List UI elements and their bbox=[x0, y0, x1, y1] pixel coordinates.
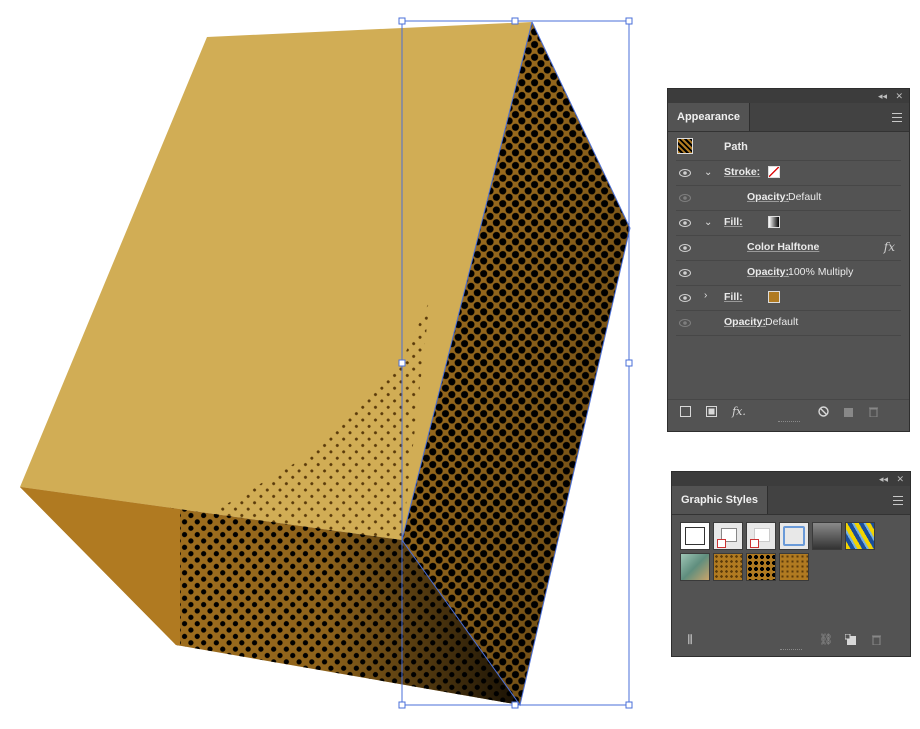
chevron-down-icon[interactable]: ⌄ bbox=[704, 217, 712, 228]
graphic-styles-footer: ⫼ ⛓ bbox=[672, 628, 910, 654]
opacity-label[interactable]: Opacity: bbox=[747, 191, 789, 203]
opacity-label[interactable]: Opacity: bbox=[724, 316, 766, 328]
visibility-eye-icon[interactable] bbox=[679, 244, 691, 252]
graphic-styles-panel: ◂◂ ✕ Graphic Styles ⫼ ⛓ bbox=[671, 471, 911, 657]
stroke-none-swatch[interactable] bbox=[768, 166, 780, 178]
path-thumbnail-icon bbox=[677, 138, 693, 154]
opacity-value: Default bbox=[788, 191, 822, 203]
fx-icon[interactable]: fx bbox=[884, 240, 895, 254]
close-icon[interactable]: ✕ bbox=[895, 89, 903, 103]
style-swatch-gray-gradient[interactable] bbox=[812, 522, 842, 550]
color-halftone-label[interactable]: Color Halftone bbox=[747, 241, 819, 253]
panel-menu-icon[interactable] bbox=[893, 496, 903, 508]
path-label: Path bbox=[724, 141, 748, 153]
tab-appearance[interactable]: Appearance bbox=[668, 103, 750, 131]
delete-style-icon[interactable] bbox=[870, 634, 882, 646]
handle-middle-right[interactable] bbox=[625, 359, 633, 367]
add-effect-icon[interactable]: fx. bbox=[730, 406, 748, 418]
brown-fill-swatch[interactable] bbox=[768, 291, 780, 303]
collapse-icon[interactable]: ◂◂ bbox=[878, 89, 887, 103]
resize-grip[interactable] bbox=[777, 421, 800, 424]
handle-bottom-right[interactable] bbox=[625, 701, 633, 709]
visibility-eye-icon[interactable] bbox=[679, 169, 691, 177]
libraries-icon[interactable]: ⫼ bbox=[682, 634, 698, 646]
handle-top-left[interactable] bbox=[398, 17, 406, 25]
visibility-eye-icon[interactable] bbox=[679, 219, 691, 227]
tab-graphic-styles[interactable]: Graphic Styles bbox=[672, 486, 769, 514]
appearance-panel: ◂◂ ✕ Appearance Path ⌄ Stroke: Opacity: … bbox=[667, 88, 910, 432]
object-opacity-row[interactable]: Opacity: Default bbox=[676, 311, 901, 336]
handle-bottom-left[interactable] bbox=[398, 701, 406, 709]
style-swatch-no-stroke[interactable] bbox=[746, 522, 776, 550]
stroke-opacity-row[interactable]: Opacity: Default bbox=[676, 186, 901, 211]
style-swatch-halftone-1[interactable] bbox=[713, 553, 743, 581]
fill-label[interactable]: Fill: bbox=[724, 291, 743, 303]
new-fill-icon[interactable] bbox=[705, 406, 717, 418]
stroke-row[interactable]: ⌄ Stroke: bbox=[676, 161, 901, 186]
opacity-value: 100% Multiply bbox=[788, 266, 854, 278]
duplicate-item-icon[interactable] bbox=[841, 406, 853, 418]
handle-top-middle[interactable] bbox=[511, 17, 519, 25]
appearance-header-row[interactable]: Path bbox=[676, 136, 901, 161]
break-link-icon[interactable]: ⛓ bbox=[819, 634, 833, 646]
handle-middle-left[interactable] bbox=[398, 359, 406, 367]
style-swatch-pattern[interactable] bbox=[845, 522, 875, 550]
resize-grip[interactable] bbox=[780, 649, 802, 652]
visibility-eye-icon[interactable] bbox=[679, 269, 691, 277]
new-style-icon[interactable] bbox=[844, 633, 856, 646]
artboard-canvas[interactable] bbox=[0, 0, 660, 729]
style-swatch-green-texture[interactable] bbox=[680, 553, 710, 581]
new-stroke-icon[interactable] bbox=[679, 406, 691, 418]
color-halftone-row[interactable]: Color Halftone fx bbox=[676, 236, 901, 261]
visibility-eye-icon-dim[interactable] bbox=[679, 319, 691, 327]
opacity-value: Default bbox=[765, 316, 799, 328]
fill-label[interactable]: Fill: bbox=[724, 216, 743, 228]
clear-appearance-icon[interactable] bbox=[817, 406, 829, 418]
opacity-label[interactable]: Opacity: bbox=[747, 266, 789, 278]
gradient-fill-swatch[interactable] bbox=[768, 216, 780, 228]
close-icon[interactable]: ✕ bbox=[896, 472, 904, 486]
style-swatch-halftone-3[interactable] bbox=[779, 553, 809, 581]
handle-bottom-middle[interactable] bbox=[511, 701, 519, 709]
style-swatch-halftone-2[interactable] bbox=[746, 553, 776, 581]
stroke-label[interactable]: Stroke: bbox=[724, 166, 760, 178]
style-swatch-no-fill[interactable] bbox=[713, 522, 743, 550]
panel-menu-icon[interactable] bbox=[892, 113, 902, 125]
style-swatch-default[interactable] bbox=[680, 522, 710, 550]
style-swatch-blue-outline[interactable] bbox=[779, 522, 809, 550]
collapse-icon[interactable]: ◂◂ bbox=[879, 472, 888, 486]
fill-opacity-row[interactable]: Opacity: 100% Multiply bbox=[676, 261, 901, 286]
chevron-right-icon[interactable]: › bbox=[704, 290, 707, 301]
panel-titlebar[interactable]: ◂◂ ✕ bbox=[672, 472, 910, 486]
fill-row-1[interactable]: ⌄ Fill: bbox=[676, 211, 901, 236]
panel-titlebar[interactable]: ◂◂ ✕ bbox=[668, 89, 909, 103]
delete-item-icon[interactable] bbox=[867, 406, 879, 418]
visibility-eye-icon-dim[interactable] bbox=[679, 194, 691, 202]
handle-top-right[interactable] bbox=[625, 17, 633, 25]
appearance-footer: fx. bbox=[668, 399, 909, 426]
chevron-down-icon[interactable]: ⌄ bbox=[704, 167, 712, 178]
visibility-eye-icon[interactable] bbox=[679, 294, 691, 302]
fill-row-2[interactable]: › Fill: bbox=[676, 286, 901, 311]
